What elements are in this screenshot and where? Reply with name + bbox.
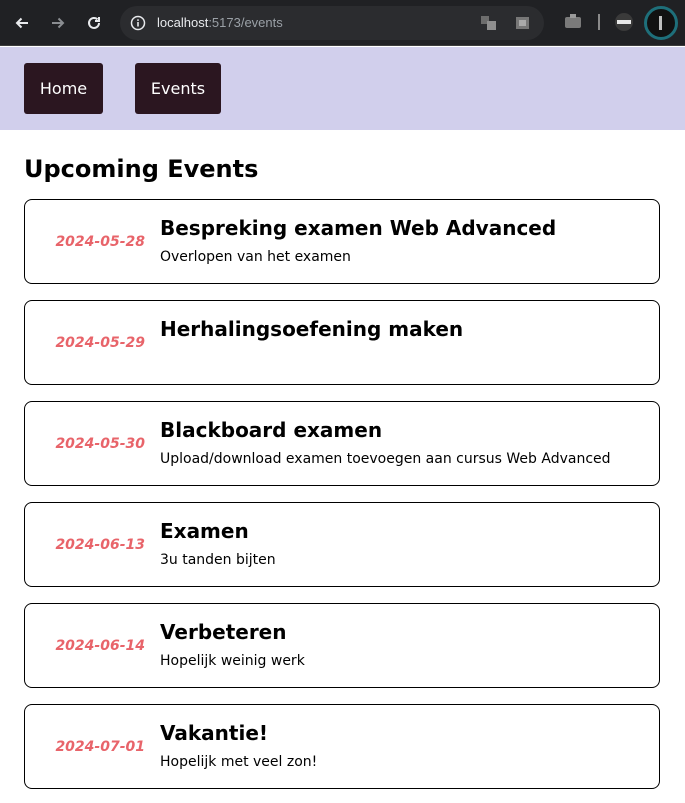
event-card[interactable]: 2024-06-14 Verbeteren Hopelijk weinig we… [24, 603, 660, 688]
event-card[interactable]: 2024-05-29 Herhalingsoefening maken [24, 300, 660, 385]
event-date: 2024-06-13 [55, 536, 145, 553]
nav-home-link[interactable]: Home [24, 63, 103, 114]
menu-icon[interactable] [614, 12, 634, 32]
url-path: :5173/events [208, 15, 283, 30]
event-title: Blackboard examen [160, 418, 383, 442]
url-host: localhost [157, 15, 209, 30]
event-date: 2024-06-14 [55, 637, 145, 654]
info-icon[interactable] [130, 15, 146, 31]
arrow-right-icon [52, 17, 65, 29]
url-text[interactable]: localhost:5173/events [157, 14, 283, 32]
event-description: Overlopen van het examen [160, 249, 351, 265]
event-card[interactable]: 2024-05-28 Bespreking examen Web Advance… [24, 199, 660, 284]
event-title: Verbeteren [160, 620, 287, 644]
toolbar-divider [598, 14, 600, 30]
bookmark-icon[interactable] [514, 15, 532, 31]
extension-icon[interactable] [563, 12, 583, 32]
event-title: Vakantie! [160, 721, 269, 745]
address-bar[interactable]: localhost:5173/events [120, 6, 544, 40]
profile-avatar[interactable] [644, 6, 678, 40]
event-description: Upload/download examen toevoegen aan cur… [160, 451, 611, 467]
event-title: Bespreking examen Web Advanced [160, 216, 557, 240]
arrow-left-icon [15, 17, 28, 29]
event-date: 2024-05-29 [55, 334, 145, 351]
event-card[interactable]: 2024-05-30 Blackboard examen Upload/down… [24, 401, 660, 486]
translate-icon[interactable] [480, 15, 498, 31]
app-navigation: Home Events [0, 47, 685, 130]
reload-button[interactable] [82, 11, 106, 35]
event-description: Hopelijk weinig werk [160, 653, 305, 669]
event-title: Examen [160, 519, 249, 543]
event-date: 2024-07-01 [55, 738, 145, 755]
event-title: Herhalingsoefening maken [160, 317, 464, 341]
event-date: 2024-05-28 [55, 233, 145, 250]
reload-icon [88, 16, 100, 29]
event-list: 2024-05-28 Bespreking examen Web Advance… [24, 199, 660, 803]
page-title: Upcoming Events [24, 155, 259, 183]
event-card[interactable]: 2024-06-13 Examen 3u tanden bijten [24, 502, 660, 587]
event-description: Hopelijk met veel zon! [160, 754, 318, 770]
event-card[interactable]: 2024-07-01 Vakantie! Hopelijk met veel z… [24, 704, 660, 789]
back-button[interactable] [10, 11, 34, 35]
browser-toolbar: localhost:5173/events [0, 0, 685, 46]
nav-events-link[interactable]: Events [135, 63, 221, 114]
event-description: 3u tanden bijten [160, 552, 276, 568]
forward-button[interactable] [46, 11, 70, 35]
event-date: 2024-05-30 [55, 435, 145, 452]
